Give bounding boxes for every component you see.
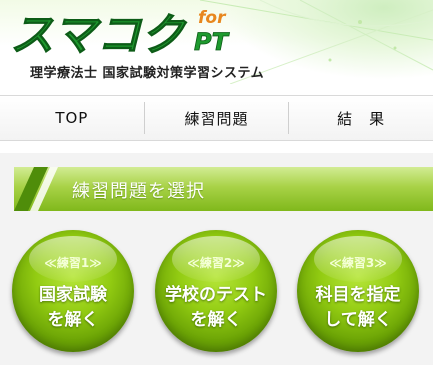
button-label-line1: 科目を指定 — [315, 285, 401, 305]
main-nav: TOP 練習問題 結 果 — [0, 95, 433, 141]
button-tag: ≪練習3≫ — [329, 256, 387, 270]
section-header: 練習問題を選択 — [0, 153, 433, 218]
button-label-line2: を解く — [47, 310, 99, 330]
logo-pt-text: PT — [194, 28, 230, 56]
logo-for-text: for — [198, 8, 227, 28]
nav-results[interactable]: 結 果 — [289, 96, 433, 140]
slash-decoration-icon — [14, 167, 58, 211]
section-title: 練習問題を選択 — [72, 181, 205, 202]
header: スマコク for PT 理学療法士 国家試験対策学習システム — [0, 0, 433, 84]
practice1-national-exam-button[interactable]: ≪練習1≫ 国家試験 を解く — [12, 230, 134, 352]
button-tag: ≪練習2≫ — [187, 256, 245, 270]
practice-choices: ≪練習1≫ 国家試験 を解く ≪練習2≫ 学校のテスト を解く ≪練習3≫ 科目… — [0, 218, 433, 365]
app-subtitle: 理学療法士 国家試験対策学習システム — [30, 66, 265, 81]
app-logo[interactable]: スマコク for PT — [8, 4, 258, 60]
button-label-line2: して解く — [324, 310, 392, 330]
practice3-subject-select-button[interactable]: ≪練習3≫ 科目を指定 して解く — [297, 230, 419, 352]
button-tag: ≪練習1≫ — [44, 256, 102, 270]
nav-top[interactable]: TOP — [0, 96, 144, 140]
practice2-school-test-button[interactable]: ≪練習2≫ 学校のテスト を解く — [155, 230, 277, 352]
button-label-line2: を解く — [190, 310, 242, 330]
button-label-line1: 学校のテスト — [165, 285, 267, 305]
button-label-line1: 国家試験 — [39, 285, 107, 305]
nav-practice[interactable]: 練習問題 — [145, 96, 289, 140]
logo-text: スマコク — [10, 10, 188, 60]
